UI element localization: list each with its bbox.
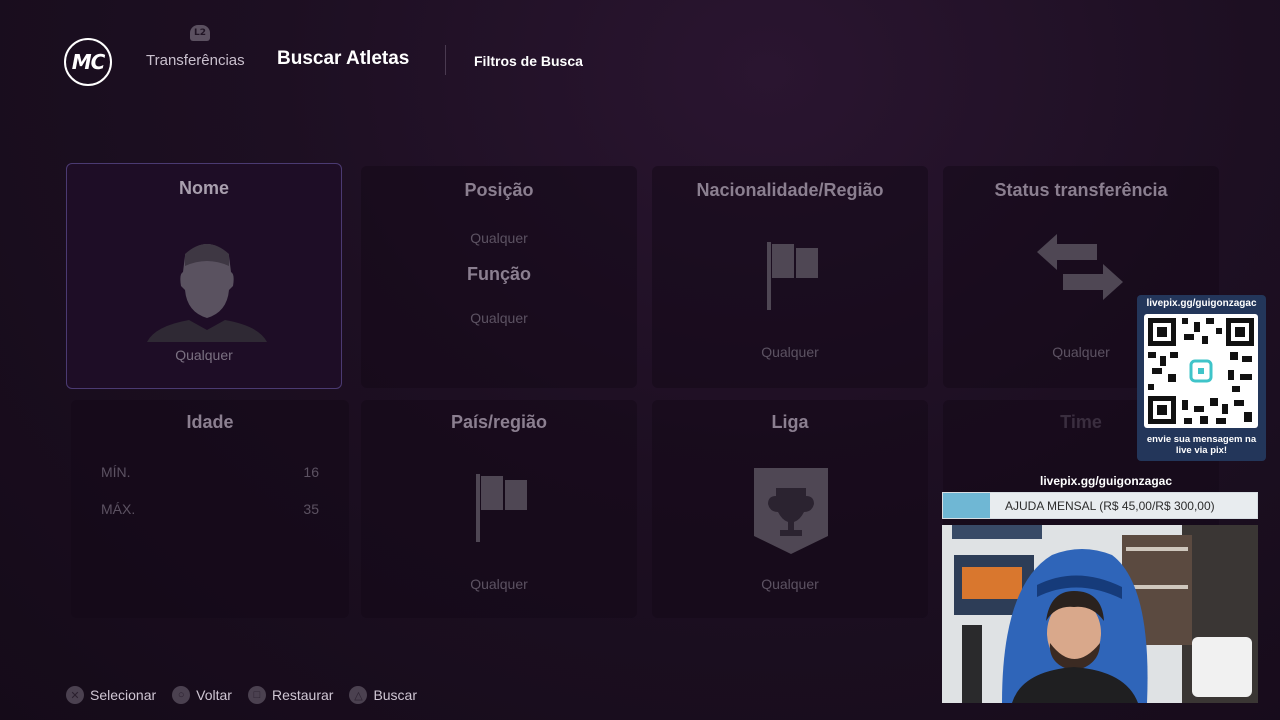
filter-card-pais-regiao[interactable]: País/região Qualquer (361, 400, 637, 618)
age-min-value: 16 (303, 464, 319, 480)
trophy-shield-icon (754, 468, 828, 554)
age-max-value: 35 (303, 501, 319, 517)
livepix-qr-panel: livepix.gg/guigonzagac envie sua mensage… (1137, 295, 1266, 461)
streamer-webcam (942, 525, 1258, 703)
card-title: Liga (771, 412, 809, 432)
legend-selecionar[interactable]: ✕ Selecionar (66, 686, 156, 704)
age-min-row[interactable]: MÍN. 16 (101, 464, 319, 480)
card-title: Nacionalidade/Região (696, 180, 884, 200)
tab-filtros-de-busca[interactable]: Filtros de Busca (474, 53, 583, 69)
legend-buscar[interactable]: △ Buscar (349, 686, 417, 704)
card-title: Idade (186, 412, 234, 432)
card-value: Qualquer (761, 344, 819, 360)
card-value: Qualquer (761, 576, 819, 592)
card-value: Qualquer (175, 347, 233, 363)
donation-goal-fill (943, 493, 991, 518)
legend-label: Selecionar (90, 687, 157, 703)
filter-card-nome[interactable]: Nome Qualquer (66, 163, 342, 389)
player-silhouette-icon (147, 244, 267, 342)
donation-goal-bar: AJUDA MENSAL (R$ 45,00/R$ 300,00) (942, 492, 1258, 519)
card-title: Posição (464, 180, 534, 200)
age-max-label: MÁX. (101, 501, 136, 517)
l2-button-icon: L2 (190, 25, 210, 41)
card-subtitle: Função (466, 264, 531, 284)
card-value: Qualquer (470, 576, 528, 592)
legend-restaurar[interactable]: □ Restaurar (247, 686, 334, 704)
qr-title: livepix.gg/guigonzagac (1146, 298, 1257, 309)
filter-card-liga[interactable]: Liga Qualquer (652, 400, 928, 618)
circle-button-icon: ○ (172, 686, 191, 704)
filter-card-nacionalidade[interactable]: Nacionalidade/Região Qualquer (652, 166, 928, 388)
cross-button-icon: ✕ (66, 686, 84, 704)
card-sub-value: Qualquer (470, 310, 528, 326)
card-title: Nome (178, 178, 229, 198)
transfer-arrows-icon (1037, 234, 1123, 300)
card-title: País/região (450, 412, 548, 432)
legend-label: Voltar (196, 687, 232, 703)
filter-card-posicao[interactable]: Posição Qualquer Função Qualquer (361, 166, 637, 388)
square-button-icon: □ (247, 686, 266, 704)
triangle-button-icon: △ (349, 686, 368, 704)
flag-icon (476, 474, 527, 542)
livepix-url: livepix.gg/guigonzagac (1040, 474, 1173, 488)
button-legend: ✕ Selecionar ○ Voltar □ Restaurar △ Busc… (66, 686, 417, 704)
qr-caption: envie sua mensagem na live via pix! (1146, 434, 1257, 456)
mc-logo: MC (64, 38, 112, 86)
tab-divider (445, 45, 446, 75)
donation-goal-label: AJUDA MENSAL (R$ 45,00/R$ 300,00) (1005, 499, 1215, 513)
age-max-row[interactable]: MÁX. 35 (101, 501, 319, 517)
legend-voltar[interactable]: ○ Voltar (172, 686, 232, 704)
tab-transferencias[interactable]: Transferências (146, 52, 245, 69)
age-min-label: MÍN. (101, 464, 131, 480)
tab-buscar-atletas[interactable]: Buscar Atletas (277, 48, 409, 70)
legend-label: Restaurar (271, 687, 334, 703)
card-title: Status transferência (994, 180, 1168, 200)
flag-icon (767, 242, 818, 310)
legend-label: Buscar (373, 687, 418, 703)
filter-card-idade[interactable]: Idade MÍN. 16 MÁX. 35 (71, 400, 349, 618)
qr-code-image (1144, 314, 1258, 428)
card-value: Qualquer (470, 230, 528, 246)
